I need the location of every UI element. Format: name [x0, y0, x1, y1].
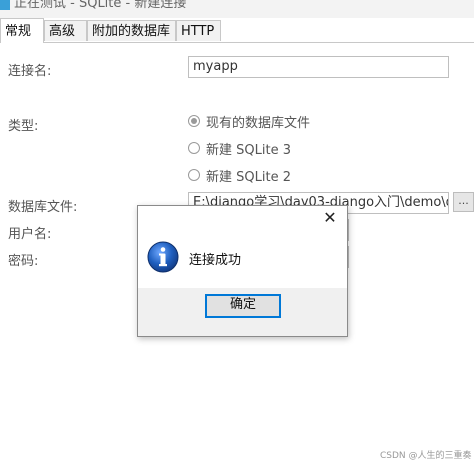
radio-existing-db-file[interactable]: 现有的数据库文件 — [188, 112, 311, 131]
close-icon[interactable]: ✕ — [321, 209, 339, 227]
db-file-label: 数据库文件: — [8, 200, 78, 215]
dialog-message: 连接成功 — [189, 253, 242, 268]
radio-checked-icon — [188, 115, 200, 127]
radio-label: 现有的数据库文件 — [206, 115, 311, 131]
radio-new-sqlite2[interactable]: 新建 SQLite 2 — [188, 166, 291, 185]
browse-button[interactable]: ... — [453, 192, 474, 212]
tab-advanced[interactable]: 高级 — [44, 20, 87, 41]
info-icon — [147, 241, 179, 273]
radio-unchecked-icon — [188, 142, 200, 154]
dialog-footer: 确定 — [138, 288, 347, 336]
tab-general[interactable]: 常规 — [0, 18, 44, 43]
window-titlebar: 正在测试 - SQLite - 新建连接 — [0, 0, 474, 18]
dialog-titlebar: ✕ — [138, 206, 347, 232]
radio-unchecked-icon — [188, 169, 200, 181]
type-label: 类型: — [8, 119, 39, 134]
connection-name-label: 连接名: — [8, 64, 52, 79]
ok-button[interactable]: 确定 — [205, 294, 281, 318]
dialog-body: 连接成功 — [138, 232, 347, 288]
watermark: CSDN @人生的三重奏 — [380, 451, 472, 461]
radio-label: 新建 SQLite 3 — [206, 142, 291, 158]
username-label: 用户名: — [8, 227, 52, 242]
message-dialog: ✕ 连接成功 确定 — [137, 205, 348, 337]
radio-label: 新建 SQLite 2 — [206, 169, 291, 185]
connection-name-input[interactable]: myapp — [188, 56, 449, 78]
radio-new-sqlite3[interactable]: 新建 SQLite 3 — [188, 139, 291, 158]
app-icon — [0, 0, 10, 10]
tab-http[interactable]: HTTP — [176, 20, 221, 41]
tab-bar: 常规 高级 附加的数据库 HTTP — [0, 18, 474, 43]
password-label: 密码: — [8, 254, 39, 269]
window-title: 正在测试 - SQLite - 新建连接 — [14, 0, 187, 11]
tab-attached-databases[interactable]: 附加的数据库 — [87, 20, 176, 41]
